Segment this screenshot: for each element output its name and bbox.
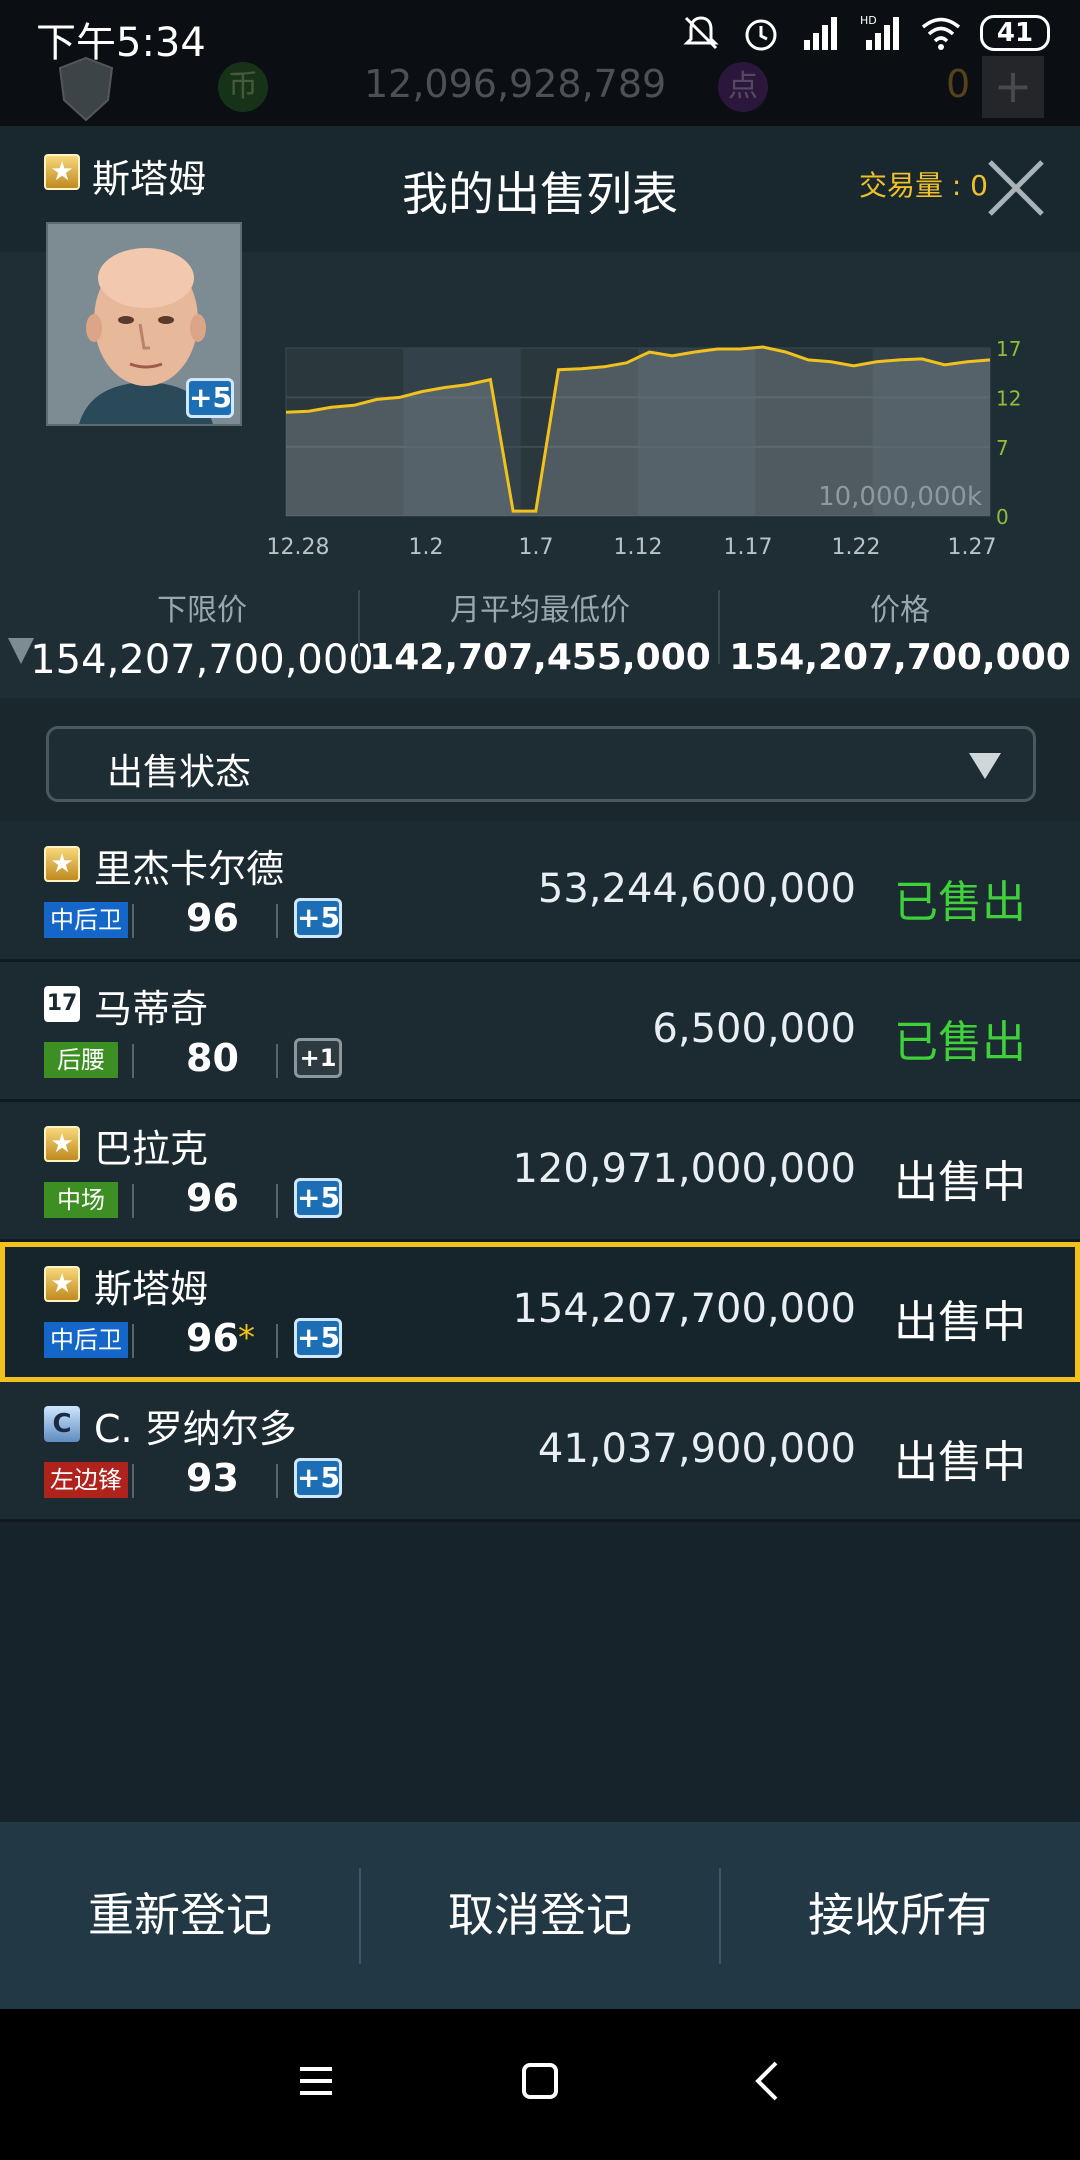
player-name: 里杰卡尔德 [94, 847, 285, 891]
dropdown-label: 出售状态 [107, 752, 252, 793]
class-c-badge-icon: C [44, 1406, 80, 1442]
enhance-level-badge: +5 [294, 1318, 342, 1358]
position-badge: 左边锋 [44, 1462, 128, 1498]
floor-price-value: 154,207,700,000 [30, 637, 374, 683]
sale-status: 出售中 [894, 1157, 1026, 1208]
listing-price: 53,244,600,000 [537, 866, 856, 912]
divider [276, 1184, 278, 1218]
sale-status: 已售出 [894, 877, 1026, 928]
price-stat: 价格 154,207,700,000 [720, 585, 1080, 678]
sale-status: 出售中 [894, 1437, 1026, 1488]
position-badge: 后腰 [44, 1042, 118, 1078]
divider [132, 1324, 134, 1358]
player-name: 斯塔姆 [94, 1267, 209, 1311]
sale-status: 已售出 [894, 1017, 1026, 1068]
sale-status-dropdown[interactable]: 出售状态 [46, 726, 1036, 802]
monthly-avg-value: 142,707,455,000 [369, 637, 711, 678]
enhance-level-badge: +5 [294, 898, 342, 938]
price-history-chart: 12.28 1.2 1.7 1.12 1.17 1.22 1.27 17 12 7 0 10,00… [267, 337, 1022, 560]
list-item[interactable]: ★ 斯塔姆 中后卫 96 * +5 154,207,700,000 出售中 [0, 1242, 1080, 1382]
list-item[interactable]: ★ 巴拉克 中场 96 +5 120,971,000,000 出售中 [0, 1102, 1080, 1242]
player-name: 巴拉克 [94, 1127, 209, 1171]
position-badge: 中后卫 [44, 1322, 128, 1358]
x-tick-label: 1.7 [519, 535, 554, 560]
relist-button[interactable]: 重新登记 [0, 1822, 360, 2009]
season-badge-icon: 17 [44, 986, 80, 1022]
listing-price: 120,971,000,000 [512, 1146, 856, 1192]
sale-status: 出售中 [894, 1297, 1026, 1348]
divider [276, 1464, 278, 1498]
favorite-star-icon: * [238, 1318, 255, 1358]
monthly-avg-stat: 月平均最低价 142,707,455,000 [360, 585, 720, 678]
chart-unit-label: 10,000,000k [818, 482, 982, 512]
y-tick-label: 0 [996, 505, 1009, 529]
listing-price: 41,037,900,000 [537, 1426, 856, 1472]
action-bar: 重新登记 取消登记 接收所有 [0, 1822, 1080, 2009]
listing-price: 6,500,000 [652, 1006, 856, 1052]
chart-y-ticks: 17 12 7 0 [996, 337, 1021, 529]
divider [132, 1184, 134, 1218]
floor-price-label: 下限价 [157, 593, 247, 628]
sale-list: ★ 里杰卡尔德 中后卫 96 +5 53,244,600,000 已售出 17 … [0, 822, 1080, 1522]
chevron-down-icon [969, 753, 1001, 779]
overall-rating: 96 [186, 896, 239, 940]
list-item[interactable]: 17 马蒂奇 后腰 80 +1 6,500,000 已售出 [0, 962, 1080, 1102]
back-icon[interactable] [738, 2051, 798, 2111]
overall-rating: 96 [186, 1176, 239, 1220]
position-badge: 中场 [44, 1182, 118, 1218]
overall-rating: 80 [186, 1036, 239, 1080]
x-tick-label: 1.2 [409, 535, 444, 560]
chart-x-ticks: 12.28 1.2 1.7 1.12 1.17 1.22 1.27 [267, 535, 997, 560]
star-badge-icon: ★ [44, 846, 80, 882]
x-tick-label: 1.27 [948, 535, 997, 560]
overall-rating: 96 [186, 1316, 239, 1360]
divider [276, 1044, 278, 1078]
x-tick-label: 1.17 [724, 535, 773, 560]
y-tick-label: 12 [996, 386, 1021, 410]
system-nav-bar [0, 2009, 1080, 2160]
enhance-level-badge: +1 [294, 1038, 342, 1078]
divider [132, 1464, 134, 1498]
overall-rating: 93 [186, 1456, 239, 1500]
divider [276, 1324, 278, 1358]
enhance-level-badge: +5 [294, 1178, 342, 1218]
list-item[interactable]: ★ 里杰卡尔德 中后卫 96 +5 53,244,600,000 已售出 [0, 822, 1080, 962]
receive-all-button[interactable]: 接收所有 [720, 1822, 1080, 2009]
listing-price: 154,207,700,000 [512, 1286, 856, 1332]
menu-icon[interactable] [286, 2051, 346, 2111]
filter-bar: 出售状态 [0, 698, 1080, 822]
cancel-listing-button[interactable]: 取消登记 [360, 1822, 720, 2009]
monthly-avg-label: 月平均最低价 [450, 593, 630, 628]
x-tick-label: 12.28 [267, 535, 330, 560]
player-name: 马蒂奇 [94, 987, 209, 1031]
list-item[interactable]: C C. 罗纳尔多 左边锋 93 +5 41,037,900,000 出售中 [0, 1382, 1080, 1522]
player-name: C. 罗纳尔多 [94, 1407, 297, 1451]
floor-price-stat: 下限价 154,207,700,000 [22, 585, 382, 683]
price-label: 价格 [870, 593, 930, 628]
divider [132, 904, 134, 938]
price-value: 154,207,700,000 [729, 637, 1071, 678]
divider [132, 1044, 134, 1078]
divider [276, 904, 278, 938]
y-tick-label: 7 [996, 436, 1009, 460]
star-badge-icon: ★ [44, 1266, 80, 1302]
y-tick-label: 17 [996, 337, 1021, 361]
enhance-level-badge: +5 [294, 1458, 342, 1498]
x-tick-label: 1.12 [614, 535, 663, 560]
x-tick-label: 1.22 [832, 535, 881, 560]
position-badge: 中后卫 [44, 902, 128, 938]
home-icon[interactable] [510, 2051, 570, 2111]
star-badge-icon: ★ [44, 1126, 80, 1162]
